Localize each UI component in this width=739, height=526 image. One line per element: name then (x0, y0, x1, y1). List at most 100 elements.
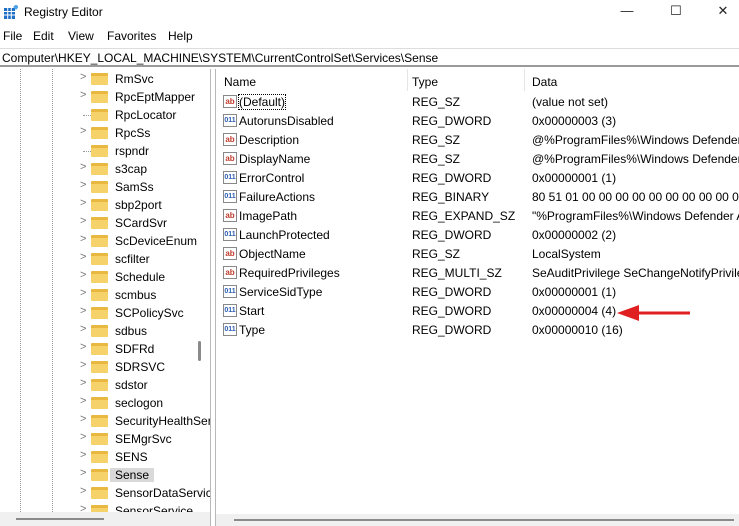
value-data: "%ProgramFiles%\Windows Defender A (532, 209, 739, 223)
tree-item[interactable]: > RmSvc (0, 70, 195, 88)
menu-file[interactable]: File (3, 29, 22, 43)
tree-item[interactable]: > Sense (0, 466, 195, 484)
tree-item[interactable]: > scmbus (0, 286, 195, 304)
folder-icon (91, 181, 108, 193)
tree-item[interactable]: > RpcSs (0, 124, 195, 142)
tree-item[interactable]: > ScDeviceEnum (0, 232, 197, 250)
value-row[interactable]: ab DisplayName REG_SZ @%ProgramFiles%\Windo… (216, 150, 739, 169)
value-row[interactable]: 011 AutorunsDisabled REG_DWORD 0x00000003 (… (216, 112, 739, 131)
column-header-data[interactable]: Data (532, 75, 557, 89)
chevron-right-icon[interactable]: > (80, 485, 86, 497)
tree-item[interactable]: > SEMgrSvc (0, 430, 195, 448)
tree-item[interactable]: RpcLocator (0, 106, 195, 124)
value-row[interactable]: 011 LaunchProtected REG_DWORD 0x00000002 (2… (216, 226, 739, 245)
value-name: LaunchProtected (239, 228, 330, 242)
chevron-right-icon[interactable]: > (80, 125, 86, 137)
value-row[interactable]: ab RequiredPrivileges REG_MULTI_SZ SeAuditP… (216, 264, 739, 283)
title-bar: Registry Editor — ☐ ✕ (0, 0, 739, 25)
tree-item[interactable]: > seclogon (0, 394, 195, 412)
chevron-right-icon[interactable]: > (80, 359, 86, 371)
chevron-right-icon[interactable]: > (80, 251, 86, 263)
string-value-icon: ab (223, 152, 237, 165)
tree-item[interactable]: > SensorDataService (0, 484, 210, 502)
column-divider[interactable] (407, 69, 408, 91)
value-name: RequiredPrivileges (239, 266, 340, 280)
tree-item-label: SCPolicySvc (115, 306, 184, 320)
column-divider[interactable] (524, 69, 525, 91)
string-value-icon: ab (223, 247, 237, 260)
tree-item[interactable]: > SCPolicySvc (0, 304, 195, 322)
tree-item[interactable]: > sdbus (0, 322, 195, 340)
menu-view[interactable]: View (68, 29, 94, 43)
column-header-name[interactable]: Name (224, 75, 256, 89)
tree-horizontal-scrollbar[interactable] (0, 512, 210, 526)
tree-item[interactable]: > Schedule (0, 268, 195, 286)
tree-item[interactable]: > scfilter (0, 250, 195, 268)
chevron-right-icon[interactable]: > (80, 467, 86, 479)
value-type: REG_DWORD (412, 323, 492, 337)
menu-favorites[interactable]: Favorites (107, 29, 156, 43)
scroll-thumb[interactable] (16, 518, 104, 520)
menu-edit[interactable]: Edit (33, 29, 54, 43)
tree-item[interactable]: > SCardSvr (0, 214, 195, 232)
value-name: Type (239, 323, 266, 337)
chevron-right-icon[interactable]: > (80, 197, 86, 209)
value-row[interactable]: 011 ErrorControl REG_DWORD 0x00000001 (1) (216, 169, 739, 188)
tree-item-label: RmSvc (115, 72, 154, 86)
tree-item[interactable]: > sdstor (0, 376, 195, 394)
value-row[interactable]: ab ObjectName REG_SZ LocalSystem (216, 245, 739, 264)
list-horizontal-scrollbar[interactable] (216, 514, 739, 526)
scroll-thumb[interactable] (234, 519, 734, 521)
tree-item[interactable]: rspndr (0, 142, 195, 160)
chevron-right-icon[interactable]: > (80, 341, 86, 353)
tree-item[interactable]: > SDFRd (0, 340, 195, 358)
tree-item[interactable]: > SamSs (0, 178, 195, 196)
binary-value-icon: 011 (223, 285, 237, 298)
chevron-right-icon[interactable]: > (80, 89, 86, 101)
chevron-right-icon[interactable]: > (80, 431, 86, 443)
binary-value-icon: 011 (223, 323, 237, 336)
chevron-right-icon[interactable]: > (80, 179, 86, 191)
chevron-right-icon[interactable]: > (80, 377, 86, 389)
minimize-button[interactable]: — (612, 3, 642, 21)
tree-item-label: SecurityHealthService (115, 414, 210, 428)
tree-item[interactable]: > SDRSVC (0, 358, 195, 376)
value-row[interactable]: 011 FailureActions REG_BINARY 80 51 01 00 0… (216, 188, 739, 207)
tree-item-label: ScDeviceEnum (115, 234, 198, 248)
red-arrow-annotation (617, 305, 690, 321)
chevron-right-icon[interactable]: > (80, 233, 86, 245)
menu-help[interactable]: Help (168, 29, 193, 43)
tree-item[interactable]: > SecurityHealthService (0, 412, 210, 430)
value-row[interactable]: 011 ServiceSidType REG_DWORD 0x00000001 (1) (216, 283, 739, 302)
tree-item[interactable]: > RpcEptMapper (0, 88, 195, 106)
tree-item-label: SEMgrSvc (115, 432, 172, 446)
key-tree[interactable]: > RmSvc > RpcEptMapper RpcLocator > RpcSs rspnd… (0, 69, 211, 526)
chevron-right-icon[interactable]: > (80, 215, 86, 227)
value-row[interactable]: 011 Type REG_DWORD 0x00000010 (16) (216, 321, 739, 340)
maximize-button[interactable]: ☐ (661, 3, 691, 21)
chevron-right-icon[interactable]: > (80, 395, 86, 407)
tree-item[interactable]: > SENS (0, 448, 195, 466)
folder-icon (91, 451, 108, 463)
value-data: LocalSystem (532, 247, 601, 261)
tree-item[interactable]: > s3cap (0, 160, 195, 178)
chevron-right-icon[interactable]: > (80, 269, 86, 281)
value-row[interactable]: ab (Default) REG_SZ (value not set) (216, 93, 739, 112)
chevron-right-icon[interactable]: > (80, 305, 86, 317)
tree-item-label: rspndr (115, 144, 150, 158)
chevron-right-icon[interactable]: > (80, 287, 86, 299)
chevron-right-icon[interactable]: > (80, 323, 86, 335)
chevron-right-icon[interactable]: > (80, 71, 86, 83)
tree-item-label: Sense (110, 468, 155, 482)
chevron-right-icon[interactable]: > (80, 413, 86, 425)
chevron-right-icon[interactable]: > (80, 449, 86, 461)
value-row[interactable]: ab ImagePath REG_EXPAND_SZ "%ProgramFiles%\… (216, 207, 739, 226)
tree-item[interactable]: > sbp2port (0, 196, 195, 214)
values-list[interactable]: Name Type Data ab (Default) REG_SZ (value n… (215, 69, 739, 526)
chevron-right-icon[interactable]: > (80, 161, 86, 173)
column-header-type[interactable]: Type (412, 75, 438, 89)
tree-vertical-scrollbar[interactable] (198, 341, 201, 361)
close-button[interactable]: ✕ (708, 3, 738, 21)
value-row[interactable]: ab Description REG_SZ @%ProgramFiles%\Windo… (216, 131, 739, 150)
address-bar[interactable]: Computer\HKEY_LOCAL_MACHINE\SYSTEM\Curre… (0, 48, 739, 67)
